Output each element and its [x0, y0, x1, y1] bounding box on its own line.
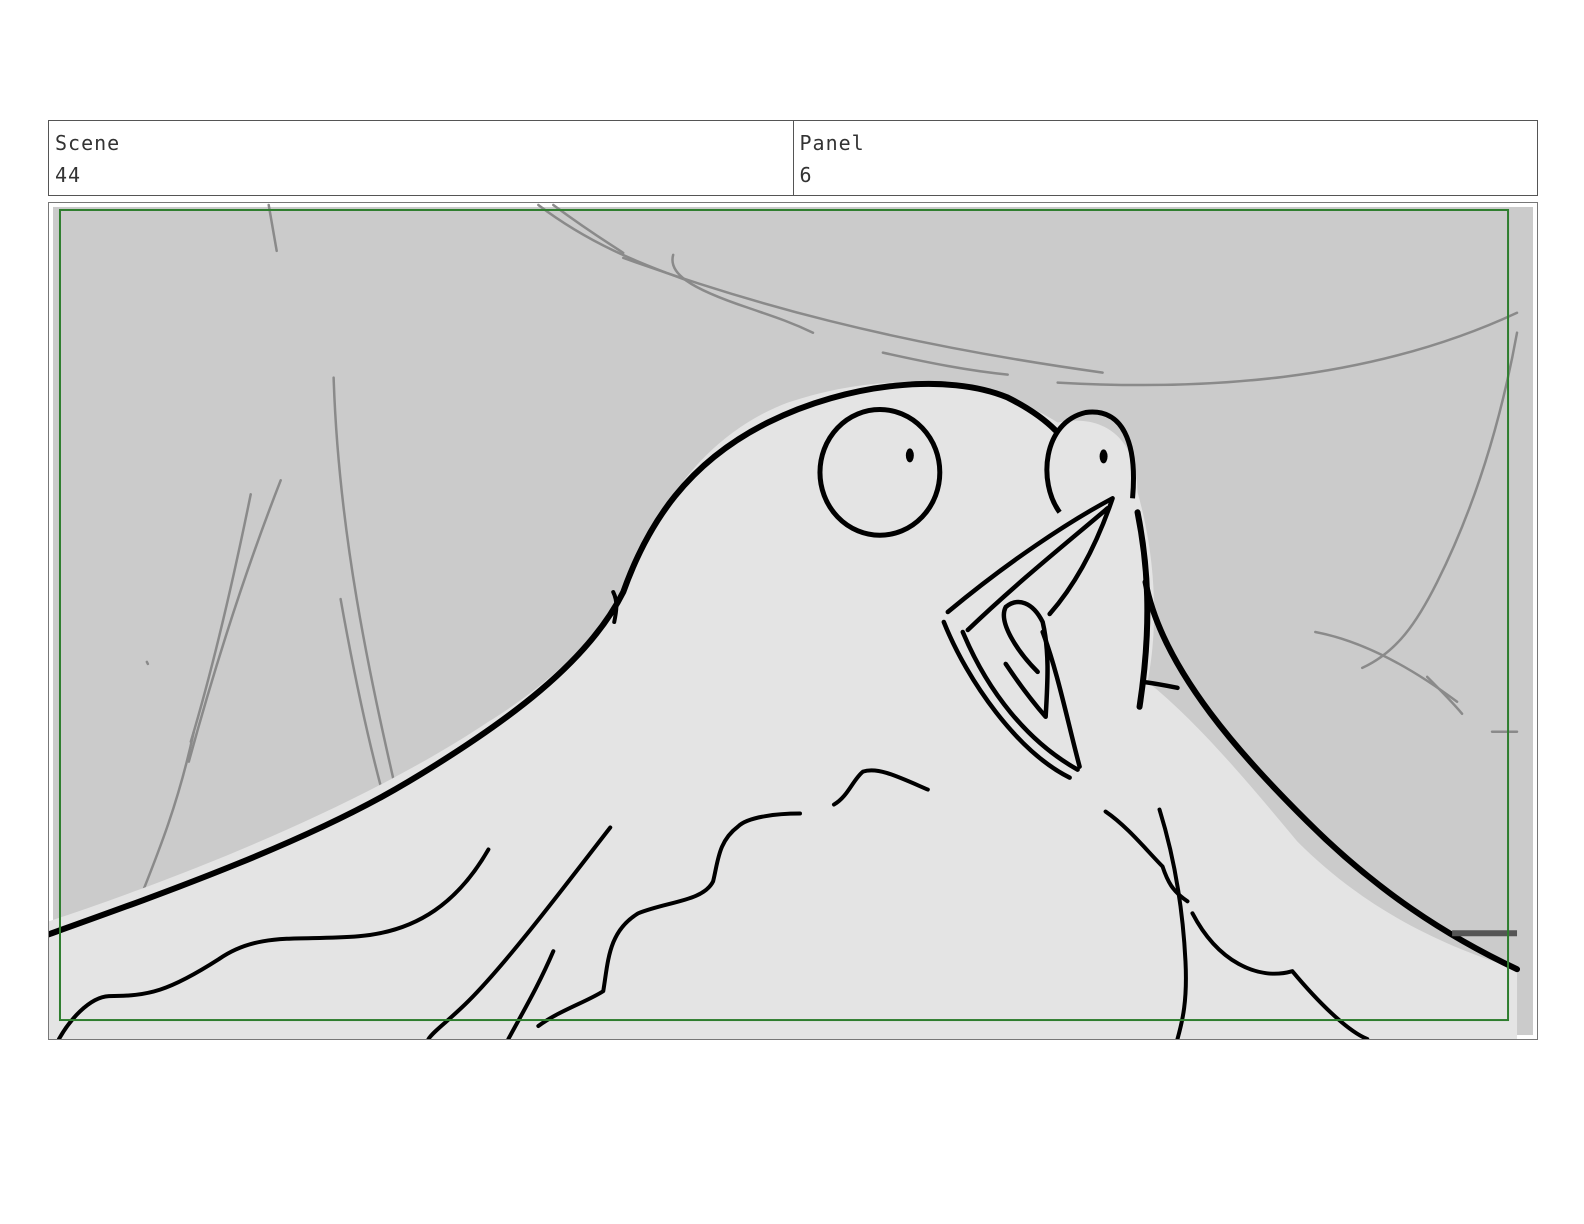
scene-number: 44 [55, 163, 82, 187]
scene-cell: Scene 44 [49, 121, 793, 195]
panel-cell: Panel 6 [792, 121, 1538, 195]
storyboard-header: Scene 44 Panel 6 [48, 120, 1538, 196]
panel-label: Panel [799, 131, 865, 155]
panel-drawing [49, 203, 1534, 1039]
storyboard-panel [48, 202, 1538, 1040]
scene-label: Scene [55, 131, 121, 155]
panel-number: 6 [799, 163, 813, 187]
